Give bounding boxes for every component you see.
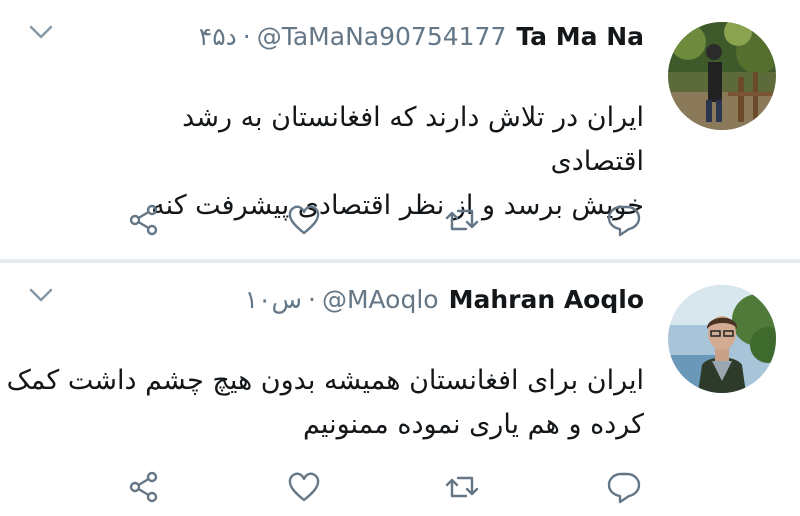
like-button[interactable] (286, 202, 322, 238)
tweet-text-line: ایران برای افغانستان همیشه بدون هیچ چشم … (6, 365, 644, 396)
tweet-card[interactable]: ۴۵د · @TaMaNa90754177 Ta Ma Na ایران در … (0, 0, 800, 261)
tweet-header: ۴۵د · @TaMaNa90754177 Ta Ma Na (199, 16, 644, 56)
reply-icon (607, 472, 641, 504)
tweet-text-line: ایران در تلاش دارند که افغانستان به رشد … (182, 102, 644, 177)
tweet-header: ۱۰س · @MAoqlo Mahran Aoqlo (245, 279, 644, 319)
heart-icon (288, 472, 320, 502)
avatar-photo (668, 22, 776, 130)
share-button[interactable] (126, 469, 162, 505)
avatar-photo (668, 285, 776, 393)
user-name[interactable]: Mahran Aoqlo (449, 285, 644, 314)
tweet-actions (0, 196, 800, 244)
share-button[interactable] (126, 202, 162, 238)
reply-button[interactable] (606, 202, 642, 238)
tweet-actions (0, 463, 800, 511)
retweet-button[interactable] (444, 469, 480, 505)
retweet-icon (445, 476, 479, 498)
retweet-icon (445, 209, 479, 231)
tweet-time[interactable]: ۴۵د (199, 22, 237, 51)
like-button[interactable] (286, 469, 322, 505)
retweet-button[interactable] (444, 202, 480, 238)
tweet-time[interactable]: ۱۰س (245, 285, 302, 314)
heart-icon (288, 205, 320, 235)
reply-button[interactable] (606, 469, 642, 505)
avatar[interactable] (668, 22, 776, 130)
share-icon (129, 204, 158, 236)
chevron-down-icon[interactable] (28, 22, 54, 42)
user-handle[interactable]: @TaMaNa90754177 (257, 22, 507, 51)
chevron-down-icon[interactable] (28, 285, 54, 305)
tweet-card[interactable]: ۱۰س · @MAoqlo Mahran Aoqlo ایران برای اف… (0, 263, 800, 516)
user-name[interactable]: Ta Ma Na (516, 22, 644, 51)
user-handle[interactable]: @MAoqlo (322, 285, 439, 314)
reply-icon (607, 205, 641, 237)
share-icon (129, 471, 158, 503)
tweet-text: ایران برای افغانستان همیشه بدون هیچ چشم … (4, 359, 644, 447)
separator-dot: · (242, 21, 251, 51)
tweet-text-line: کرده و هم یاری نموده ممنونیم (302, 409, 644, 440)
separator-dot: · (307, 284, 316, 314)
avatar[interactable] (668, 285, 776, 393)
